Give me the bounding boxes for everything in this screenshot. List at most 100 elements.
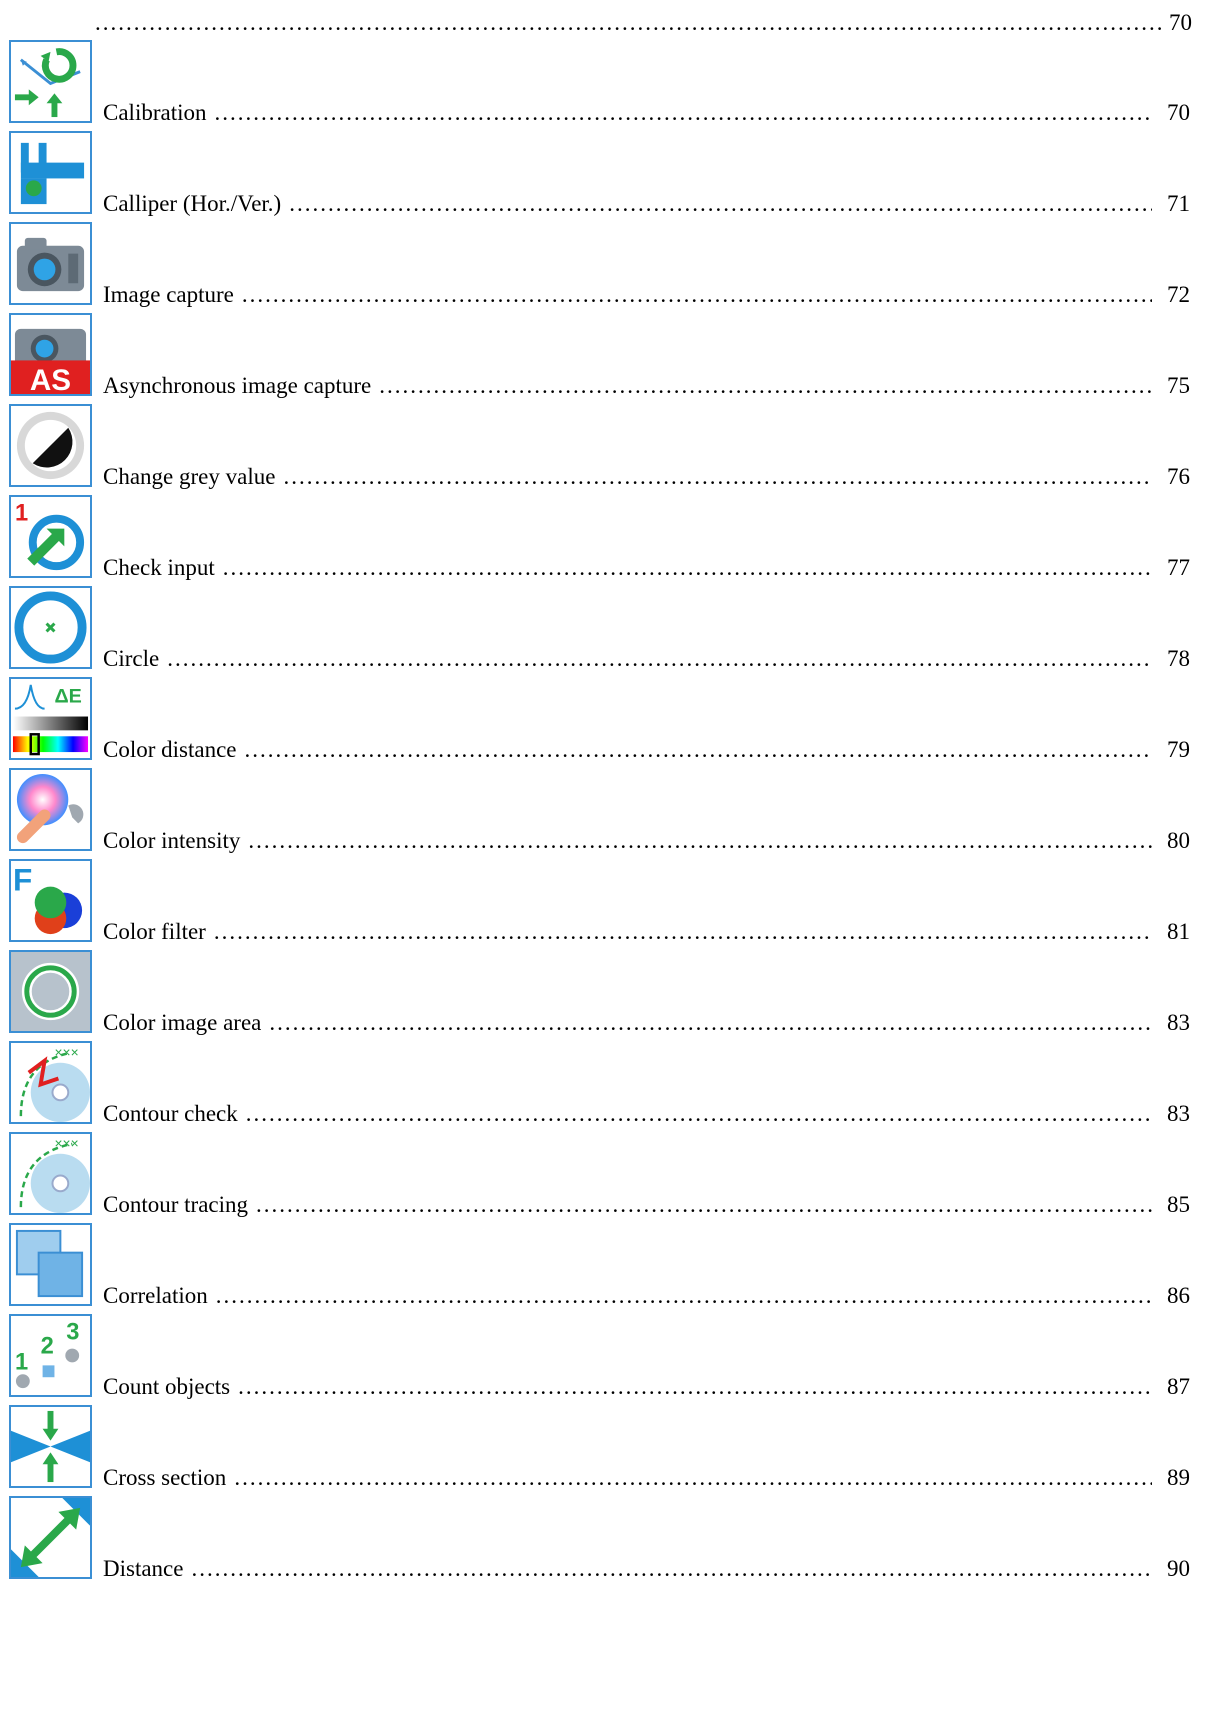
page-number: 89: [1167, 1465, 1190, 1490]
toc-line: Cross section 89: [103, 1461, 1190, 1489]
calibration-icon: [9, 40, 92, 123]
toc-entry-correlation[interactable]: Correlation 86: [0, 1223, 1212, 1313]
svg-text:2: 2: [41, 1334, 54, 1360]
toc-label: Image capture: [103, 282, 234, 307]
dot-leader: [269, 1011, 1152, 1034]
svg-text:3: 3: [66, 1320, 79, 1346]
toc-continuation-line: 70: [95, 6, 1192, 34]
toc-page: 70 Calibration 70: [0, 0, 1212, 1714]
svg-text:1: 1: [15, 1349, 28, 1375]
dot-leader: [214, 101, 1152, 124]
toc-label: Cross section: [103, 1465, 227, 1490]
dot-leader: [167, 647, 1152, 670]
page-number: 78: [1167, 646, 1190, 671]
color-image-area-icon: [9, 950, 92, 1033]
toc-line: Contour check 83: [103, 1097, 1190, 1125]
toc-entry-cross-section[interactable]: Cross section 89: [0, 1405, 1212, 1495]
toc-entry-circle[interactable]: Circle 78: [0, 586, 1212, 676]
toc-label: Color intensity: [103, 828, 241, 853]
correlation-icon: [9, 1223, 92, 1306]
toc-label: Contour tracing: [103, 1192, 248, 1217]
dot-leader: [216, 1284, 1152, 1307]
dot-leader: [191, 1557, 1152, 1580]
check-input-icon: 1: [9, 495, 92, 578]
dot-leader: [379, 374, 1152, 397]
toc-line: Correlation 86: [103, 1279, 1190, 1307]
toc-line: Distance 90: [103, 1552, 1190, 1580]
toc-entry-distance[interactable]: Distance 90: [0, 1496, 1212, 1586]
toc-label: Calliper (Hor./Ver.): [103, 191, 282, 216]
contour-tracing-icon: ×××: [9, 1132, 92, 1215]
dot-leader: [234, 1466, 1152, 1489]
toc-label: Color image area: [103, 1010, 262, 1035]
contour-check-icon: ×××: [9, 1041, 92, 1124]
dot-leader: [238, 1375, 1152, 1398]
toc-label: Distance: [103, 1556, 184, 1581]
toc-label: Count objects: [103, 1374, 231, 1399]
toc-label: Color filter: [103, 919, 206, 944]
distance-icon: [9, 1496, 92, 1579]
grey-value-icon: [9, 404, 92, 487]
dot-leader: [214, 920, 1152, 943]
toc-entry-check-input[interactable]: 1 Check input 77: [0, 495, 1212, 585]
color-intensity-icon: [9, 768, 92, 851]
cross-section-icon: [9, 1405, 92, 1488]
toc-line: Circle 78: [103, 642, 1190, 670]
dot-leader: [283, 465, 1152, 488]
page-number: 75: [1167, 373, 1190, 398]
page-number: 87: [1167, 1374, 1190, 1399]
toc-entry-async-capture[interactable]: AS Asynchronous image capture 75: [0, 313, 1212, 403]
toc-line: Image capture 72: [103, 278, 1190, 306]
toc-line: Change grey value 76: [103, 460, 1190, 488]
color-distance-icon: ΔE: [9, 677, 92, 760]
camera-icon: [9, 222, 92, 305]
dot-leader: [246, 1102, 1152, 1125]
toc-label: Calibration: [103, 100, 207, 125]
toc-entry-color-distance[interactable]: ΔE Color distance 79: [0, 677, 1212, 767]
toc-line: Contour tracing 85: [103, 1188, 1190, 1216]
page-number: 80: [1167, 828, 1190, 853]
page-number: 83: [1167, 1010, 1190, 1035]
toc-line: Check input 77: [103, 551, 1190, 579]
page-number: 77: [1167, 555, 1190, 580]
dot-leader: [289, 192, 1152, 215]
toc-entry-calliper[interactable]: Calliper (Hor./Ver.) 71: [0, 131, 1212, 221]
page-number: 83: [1167, 1101, 1190, 1126]
svg-text:AS: AS: [30, 364, 71, 394]
toc-label: Change grey value: [103, 464, 276, 489]
toc-line: Color distance 79: [103, 733, 1190, 761]
page-number: 86: [1167, 1283, 1190, 1308]
page-number: 79: [1167, 737, 1190, 762]
toc-entry-color-filter[interactable]: F Color filter 81: [0, 859, 1212, 949]
toc-entry-color-image-area[interactable]: Color image area 83: [0, 950, 1212, 1040]
svg-text:ΔE: ΔE: [54, 686, 81, 708]
svg-text:1: 1: [15, 501, 28, 527]
toc-entry-calibration[interactable]: Calibration 70: [0, 40, 1212, 130]
page-number: 81: [1167, 919, 1190, 944]
page-number: 70: [1167, 100, 1190, 125]
toc-line: Color image area 83: [103, 1006, 1190, 1034]
dot-leader: [242, 283, 1152, 306]
page-number: 71: [1167, 191, 1190, 216]
toc-line: Color filter 81: [103, 915, 1190, 943]
page-number: 72: [1167, 282, 1190, 307]
toc-line: Calibration 70: [103, 96, 1190, 124]
toc-entry-count-objects[interactable]: 1 2 3 Count objects 87: [0, 1314, 1212, 1404]
toc-label: Contour check: [103, 1101, 238, 1126]
toc-entry-color-intensity[interactable]: Color intensity 80: [0, 768, 1212, 858]
dot-leader: [248, 829, 1152, 852]
toc-entry-image-capture[interactable]: Image capture 72: [0, 222, 1212, 312]
async-camera-icon: AS: [9, 313, 92, 396]
dot-leader: [223, 556, 1152, 579]
svg-text:F: F: [13, 862, 32, 898]
calliper-icon: [9, 131, 92, 214]
toc-label: Correlation: [103, 1283, 208, 1308]
toc-line: Calliper (Hor./Ver.) 71: [103, 187, 1190, 215]
dot-leader: [256, 1193, 1152, 1216]
dot-leader: [245, 738, 1153, 761]
toc-label: Circle: [103, 646, 160, 671]
toc-line: Color intensity 80: [103, 824, 1190, 852]
toc-entry-change-grey-value[interactable]: Change grey value 76: [0, 404, 1212, 494]
toc-entry-contour-tracing[interactable]: ××× Contour tracing 85: [0, 1132, 1212, 1222]
toc-entry-contour-check[interactable]: ××× Contour check 83: [0, 1041, 1212, 1131]
